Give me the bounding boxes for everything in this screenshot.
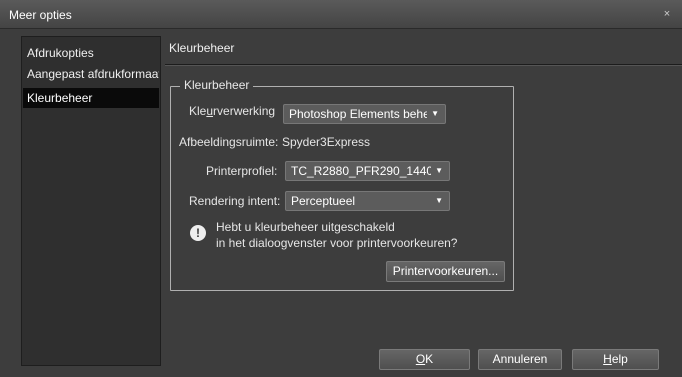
ok-button[interactable]: OK	[379, 349, 470, 370]
section-divider	[165, 64, 682, 66]
image-space-value: Spyder3Express	[282, 135, 371, 149]
image-space-label: Afbeeldingsruimte:	[179, 135, 279, 149]
info-text-line1: Hebt u kleurbeheer uitgeschakeld	[216, 220, 395, 234]
chevron-down-icon: ▼	[435, 196, 443, 205]
sidebar-item-kleurbeheer[interactable]: Kleurbeheer	[23, 88, 159, 108]
color-handling-label: Kleurverwerking	[189, 104, 276, 118]
rendering-intent-value: Perceptueel	[291, 194, 356, 208]
group-legend: Kleurbeheer	[180, 78, 254, 92]
help-button[interactable]: Help	[572, 349, 659, 370]
color-handling-value: Photoshop Elements behee	[289, 107, 427, 121]
printer-profile-dropdown[interactable]: TC_R2880_PFR290_1440_03. ▼	[285, 161, 450, 181]
chevron-down-icon: ▼	[431, 109, 439, 118]
close-icon[interactable]: ×	[660, 7, 674, 21]
chevron-down-icon: ▼	[435, 166, 443, 175]
printer-profile-label: Printerprofiel:	[206, 164, 278, 178]
printer-preferences-button[interactable]: Printervoorkeuren...	[386, 261, 505, 282]
section-title: Kleurbeheer	[169, 41, 235, 55]
info-icon: !	[190, 225, 206, 241]
printer-profile-value: TC_R2880_PFR290_1440_03.	[291, 164, 431, 178]
info-text-line2: in het dialoogvenster voor printervoorke…	[216, 236, 458, 250]
cancel-button[interactable]: Annuleren	[478, 349, 562, 370]
color-handling-dropdown[interactable]: Photoshop Elements behee ▼	[283, 104, 446, 124]
sidebar: Afdrukopties Aangepast afdrukformaat Kle…	[21, 36, 161, 366]
rendering-intent-label: Rendering intent:	[189, 194, 281, 208]
rendering-intent-dropdown[interactable]: Perceptueel ▼	[285, 191, 450, 211]
dialog-body: Afdrukopties Aangepast afdrukformaat Kle…	[0, 29, 682, 377]
title-bar: Meer opties ×	[0, 0, 682, 29]
sidebar-item-aangepast-afdrukformaat[interactable]: Aangepast afdrukformaat	[23, 64, 159, 84]
window-title: Meer opties	[9, 8, 72, 22]
sidebar-item-afdrukopties[interactable]: Afdrukopties	[23, 43, 159, 63]
